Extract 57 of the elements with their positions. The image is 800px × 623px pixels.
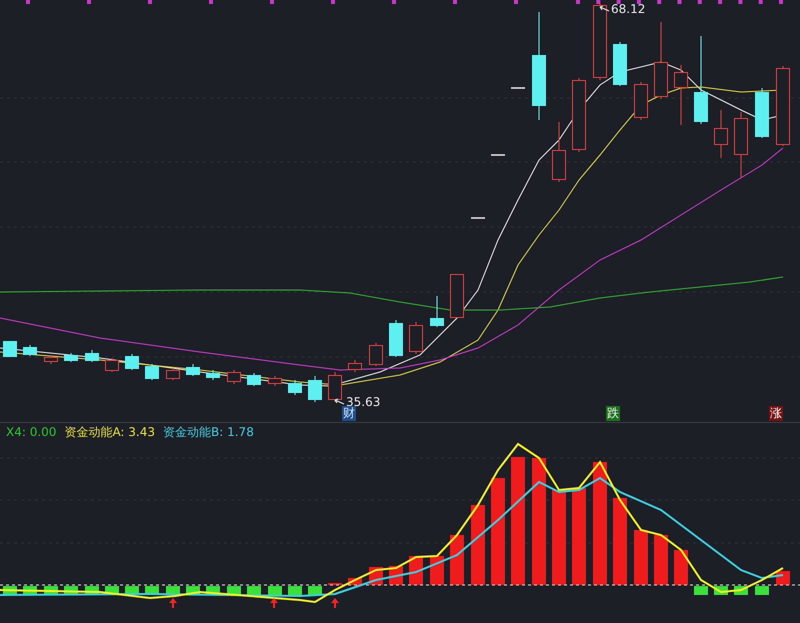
- candlestick: [430, 296, 444, 328]
- candlestick: [166, 368, 180, 380]
- candlestick: [145, 364, 159, 380]
- event-tag[interactable]: 涨: [769, 406, 783, 421]
- candlestick: [734, 112, 748, 178]
- legend-label: 资金动能A: 3.43: [64, 424, 156, 440]
- legend-label: 资金动能B: 1.78: [163, 424, 254, 440]
- candlestick: [85, 350, 99, 362]
- candlestick: [64, 352, 78, 362]
- candlestick: [328, 372, 342, 402]
- event-tag[interactable]: 财: [342, 406, 356, 421]
- candlestick: [308, 376, 322, 402]
- arrow-icon: [333, 398, 345, 406]
- up-arrow-icon: [270, 598, 278, 608]
- candlestick: [105, 358, 119, 372]
- candlestick: [227, 370, 241, 384]
- candlestick: [268, 376, 282, 386]
- indicator-bar: [674, 550, 688, 585]
- indicator-bar: [247, 586, 261, 595]
- indicator-bar: [694, 586, 708, 595]
- indicator-bar: [268, 586, 282, 595]
- arrow-icon: [598, 5, 610, 13]
- indicator-bar: [450, 535, 464, 585]
- candlestick: [714, 110, 728, 158]
- candlestick: [23, 344, 37, 356]
- candlestick: [206, 370, 220, 380]
- candlestick: [186, 364, 200, 376]
- indicator-bar: [634, 530, 648, 585]
- indicator-bar: [328, 583, 342, 585]
- candlestick: [491, 154, 505, 156]
- candlestick: [348, 360, 362, 372]
- indicator-bar: [654, 535, 668, 585]
- candlestick: [44, 354, 58, 364]
- candlestick: [674, 64, 688, 126]
- candlestick: [450, 274, 464, 318]
- candlestick: [125, 354, 139, 370]
- candlestick: [552, 122, 566, 182]
- candlestick: [247, 372, 261, 386]
- indicator-bar: [755, 586, 769, 595]
- candlestick: [3, 340, 17, 358]
- candlestick: [409, 322, 423, 354]
- candlestick: [511, 87, 525, 89]
- up-arrow-icon: [331, 598, 339, 608]
- legend-label: X4: 0.00: [6, 425, 56, 439]
- price-label: 68.12: [611, 2, 646, 16]
- candlestick: [634, 82, 648, 120]
- up-arrow-icon: [169, 598, 177, 608]
- indicator-bar: [288, 586, 302, 595]
- candlestick: [613, 42, 627, 86]
- indicator-bar: [308, 586, 322, 595]
- candlestick: [369, 342, 383, 366]
- indicator-bar: [430, 556, 444, 585]
- event-tag[interactable]: 跌: [606, 406, 620, 421]
- candlestick: [755, 88, 769, 138]
- candlestick: [471, 217, 485, 219]
- candlestick: [288, 380, 302, 396]
- candlestick: [389, 320, 403, 358]
